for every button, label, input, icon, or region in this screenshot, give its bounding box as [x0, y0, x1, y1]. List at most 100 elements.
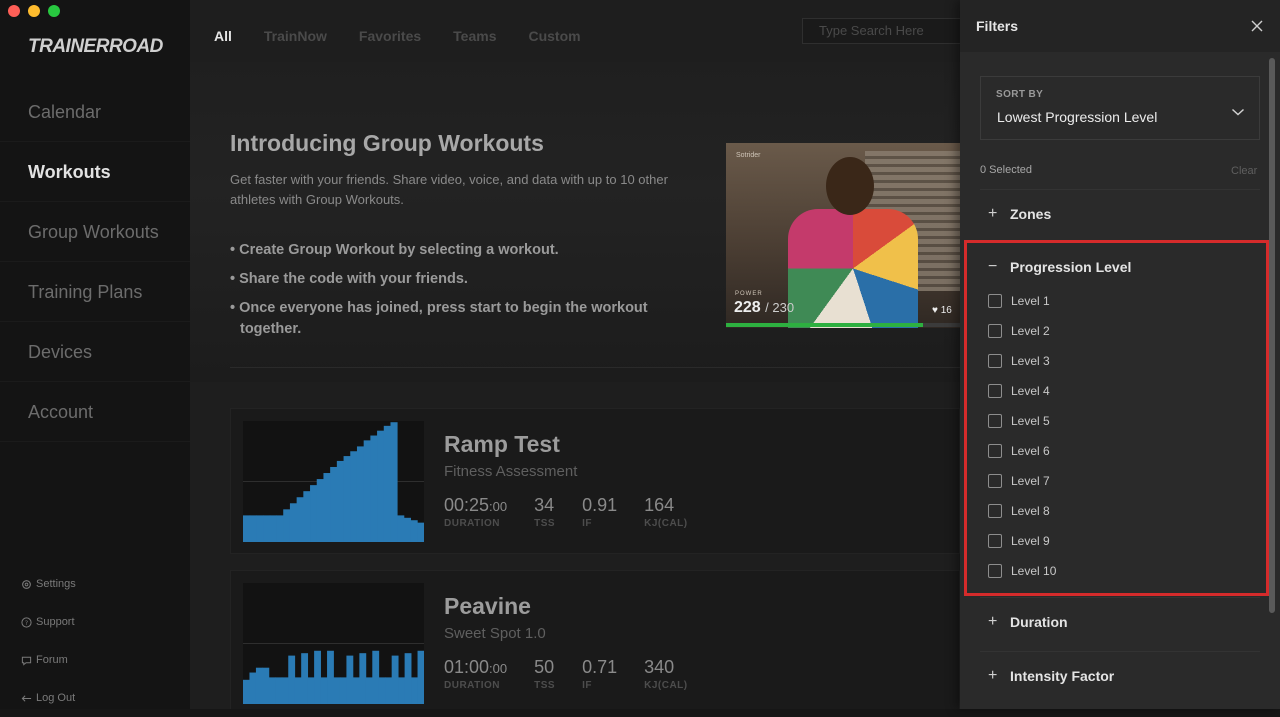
profile-interval-bar: [330, 466, 338, 542]
filter-section-intensity-factor[interactable]: + Intensity Factor: [980, 651, 1260, 705]
workout-profile-chart: [243, 650, 424, 704]
video-rider-name: Sotrider: [736, 152, 761, 159]
search-input[interactable]: Type Search Here: [802, 18, 960, 44]
profile-interval-bar: [296, 497, 304, 542]
sidebar-item-account[interactable]: Account: [0, 382, 190, 442]
minimize-window-button[interactable]: [28, 5, 40, 17]
profile-interval-bar: [307, 677, 315, 704]
profile-interval-bar: [359, 653, 367, 704]
level-5-option[interactable]: Level 5: [988, 406, 1056, 436]
level-checkbox[interactable]: [988, 414, 1002, 428]
profile-interval-bar: [301, 653, 309, 704]
question-icon: ?: [20, 616, 32, 628]
level-checkbox[interactable]: [988, 564, 1002, 578]
close-icon[interactable]: [1250, 19, 1264, 33]
level-checkbox[interactable]: [988, 324, 1002, 338]
sort-by-value: Lowest Progression Level: [997, 109, 1158, 125]
workout-stats: 00:25:00 DURATION 34 TSS 0.91 IF 164 KJ(CAL): [444, 495, 715, 529]
level-checkbox[interactable]: [988, 444, 1002, 458]
support-label: Support: [36, 616, 75, 628]
duration-seconds: :00: [489, 499, 508, 514]
profile-interval-bar: [255, 667, 263, 704]
if-label: IF: [582, 518, 592, 529]
sort-by-dropdown[interactable]: SORT BY Lowest Progression Level: [980, 76, 1260, 140]
level-checkbox[interactable]: [988, 534, 1002, 548]
progression-level-options: Level 1 Level 2 Level 3 Level 4 Level 5 …: [988, 286, 1056, 586]
level-2-option[interactable]: Level 2: [988, 316, 1056, 346]
profile-interval-bar: [410, 520, 418, 542]
forum-label: Forum: [36, 654, 68, 666]
kj-value: 164: [644, 495, 675, 515]
settings-link[interactable]: Settings: [20, 565, 76, 603]
level-8-option[interactable]: Level 8: [988, 496, 1056, 526]
profile-interval-bar: [314, 650, 321, 704]
workout-tabs: All TrainNow Favorites Teams Custom: [214, 28, 581, 64]
workout-name[interactable]: Peavine: [444, 593, 531, 620]
tab-custom[interactable]: Custom: [528, 28, 580, 62]
profile-interval-bar: [323, 473, 331, 542]
sidebar-item-calendar[interactable]: Calendar: [0, 82, 190, 142]
close-window-button[interactable]: [8, 5, 20, 17]
clear-button[interactable]: Clear: [1231, 165, 1257, 177]
level-label: Level 6: [1011, 444, 1050, 458]
tab-favorites[interactable]: Favorites: [359, 28, 421, 62]
level-7-option[interactable]: Level 7: [988, 466, 1056, 496]
duration-value: 01:00: [444, 657, 490, 677]
level-checkbox[interactable]: [988, 474, 1002, 488]
level-checkbox[interactable]: [988, 354, 1002, 368]
profile-interval-bar: [327, 650, 334, 704]
sidebar-item-workouts[interactable]: Workouts: [0, 142, 190, 202]
window-controls: [8, 5, 60, 17]
workout-category: Fitness Assessment: [444, 463, 578, 480]
duration-label: DURATION: [444, 680, 501, 691]
workout-card-peavine[interactable]: Peavine Sweet Spot 1.0 01:00:00 DURATION …: [230, 570, 960, 709]
level-label: Level 1: [1011, 294, 1050, 308]
level-4-option[interactable]: Level 4: [988, 376, 1056, 406]
sidebar-nav: Calendar Workouts Group Workouts Trainin…: [0, 82, 190, 442]
sidebar-item-devices[interactable]: Devices: [0, 322, 190, 382]
profile-interval-bar: [288, 655, 296, 704]
filter-section-duration[interactable]: + Duration: [980, 597, 1260, 651]
profile-interval-bar: [268, 677, 276, 704]
profile-interval-bar: [276, 515, 284, 542]
level-9-option[interactable]: Level 9: [988, 526, 1056, 556]
stat-tss: 50 TSS: [534, 657, 555, 691]
filters-title: Filters: [976, 18, 1019, 34]
level-label: Level 4: [1011, 384, 1050, 398]
main-content: All TrainNow Favorites Teams Custom Type…: [190, 0, 960, 709]
profile-interval-bar: [303, 491, 311, 542]
tab-trainnow[interactable]: TrainNow: [264, 28, 327, 62]
profile-interval-bar: [289, 503, 298, 542]
workout-profile-chart: [243, 422, 424, 542]
profile-interval-bar: [343, 456, 351, 542]
level-checkbox[interactable]: [988, 504, 1002, 518]
level-checkbox[interactable]: [988, 294, 1002, 308]
tab-all[interactable]: All: [214, 28, 232, 64]
sidebar-item-training-plans[interactable]: Training Plans: [0, 262, 190, 322]
level-label: Level 2: [1011, 324, 1050, 338]
level-1-option[interactable]: Level 1: [988, 286, 1056, 316]
filter-section-zones[interactable]: + Zones: [980, 189, 1260, 243]
level-6-option[interactable]: Level 6: [988, 436, 1056, 466]
level-checkbox[interactable]: [988, 384, 1002, 398]
tss-label: TSS: [534, 680, 556, 691]
level-label: Level 3: [1011, 354, 1050, 368]
level-10-option[interactable]: Level 10: [988, 556, 1056, 586]
forum-link[interactable]: Forum: [20, 641, 76, 679]
workout-name[interactable]: Ramp Test: [444, 431, 560, 458]
filters-scrollbar[interactable]: [1269, 58, 1275, 613]
tab-teams[interactable]: Teams: [453, 28, 496, 62]
workout-card-ramp-test[interactable]: Ramp Test Fitness Assessment 00:25:00 DUR…: [230, 408, 960, 554]
level-3-option[interactable]: Level 3: [988, 346, 1056, 376]
sidebar-item-group-workouts[interactable]: Group Workouts: [0, 202, 190, 262]
logout-label: Log Out: [36, 692, 76, 704]
level-label: Level 7: [1011, 474, 1050, 488]
logout-link[interactable]: Log Out: [20, 679, 76, 717]
profile-interval-bar: [283, 509, 291, 542]
video-person-head: [826, 157, 874, 215]
zoom-window-button[interactable]: [48, 5, 60, 17]
banner-bullets: • Create Group Workout by selecting a wo…: [230, 240, 700, 348]
support-link[interactable]: ? Support: [20, 603, 76, 641]
stat-kj: 340 KJ(CAL): [644, 657, 688, 691]
duration-label: DURATION: [444, 518, 501, 529]
